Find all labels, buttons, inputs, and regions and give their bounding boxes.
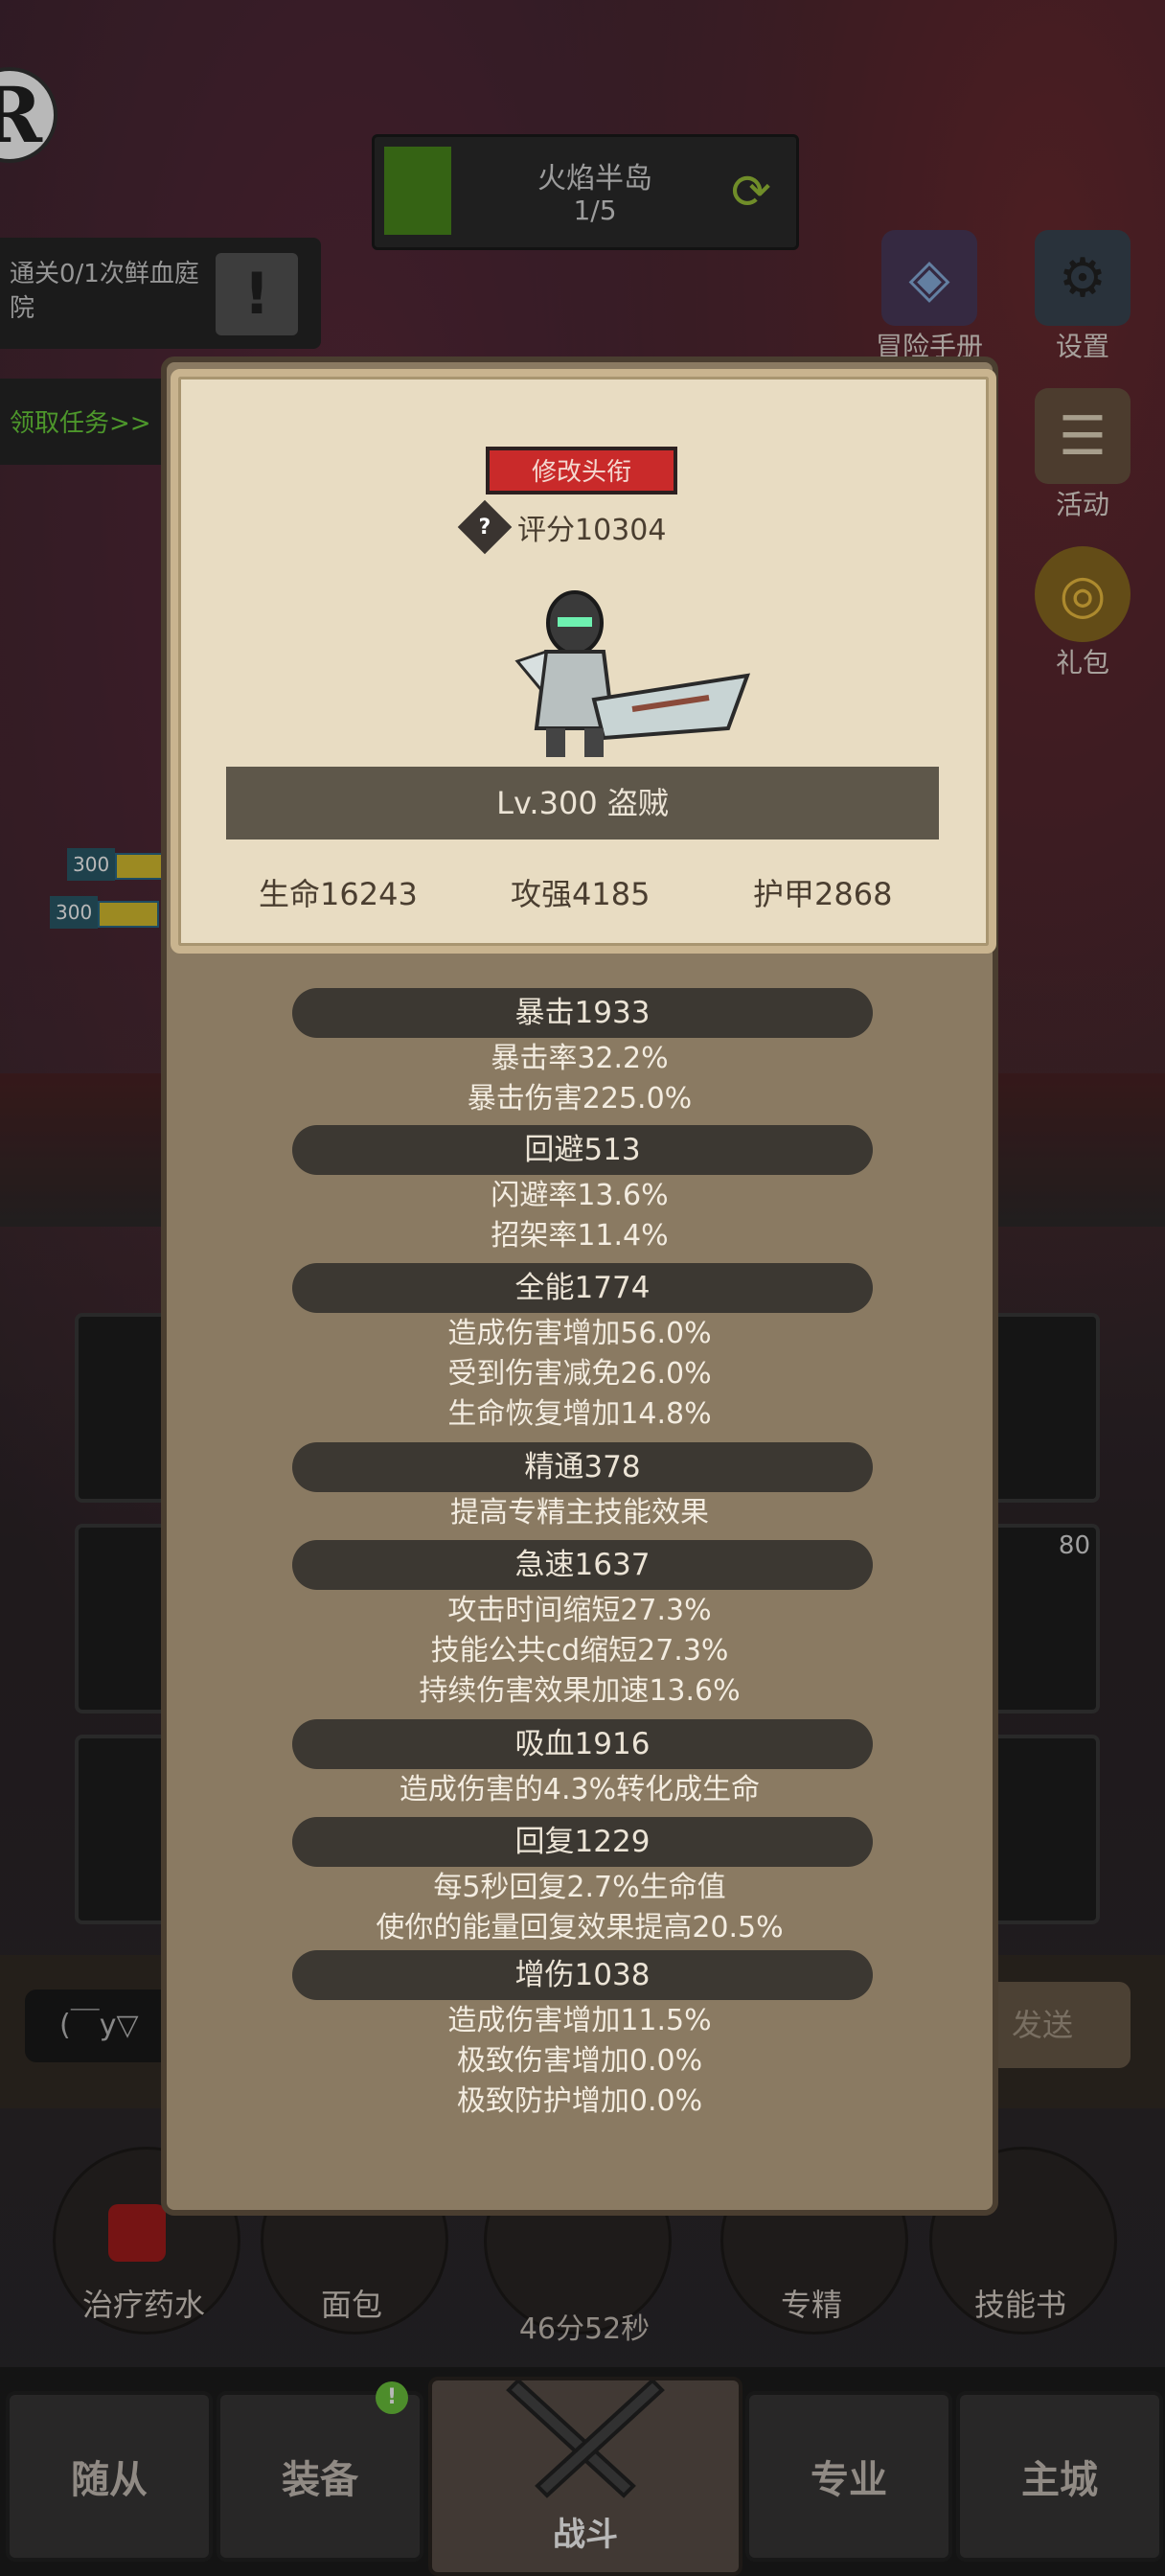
stat-head-crit: 暴击1933 bbox=[292, 988, 873, 1038]
stage-thumbnail bbox=[384, 147, 451, 235]
gift-coin-icon: ◎ bbox=[1035, 546, 1131, 642]
activity-button[interactable]: ☰ 活动 bbox=[1025, 388, 1140, 522]
stat-line: 招架率11.4% bbox=[491, 1219, 669, 1253]
timer: 46分52秒 bbox=[518, 2312, 651, 2346]
gear-icon: ⚙ bbox=[1035, 230, 1131, 326]
stage-title: 火焰半岛 bbox=[537, 162, 652, 196]
activity-label: 活动 bbox=[1055, 489, 1109, 520]
stat-line: 攻击时间缩短27.3% bbox=[447, 1594, 712, 1627]
stat-line: 暴击伤害225.0% bbox=[467, 1082, 693, 1116]
stat-line: 技能公共cd缩短27.3% bbox=[430, 1634, 729, 1668]
slot-count: 80 bbox=[1058, 1531, 1090, 1560]
exclamation-icon: ! bbox=[216, 253, 298, 335]
dock-label: 专精 bbox=[780, 2287, 842, 2323]
quest-tracker[interactable]: 通关0/1次鲜血庭院 ! bbox=[0, 238, 321, 349]
score-value: 评分10304 bbox=[517, 514, 667, 547]
dock-label: 技能书 bbox=[973, 2287, 1066, 2323]
stage-progress: 1/5 bbox=[573, 195, 617, 226]
nav-follower[interactable]: 随从 bbox=[6, 2391, 213, 2562]
stat-line: 受到伤害减免26.0% bbox=[447, 1357, 712, 1391]
notification-badge: ! bbox=[376, 2381, 408, 2414]
ally-hp-fill bbox=[98, 900, 160, 928]
quest-text: 通关0/1次鲜血庭院 bbox=[10, 260, 199, 323]
level-class-banner: Lv.300 盗贼 bbox=[226, 767, 939, 840]
book-icon: ◈ bbox=[881, 230, 977, 326]
stat-head-regen: 回复1229 bbox=[292, 1817, 873, 1867]
logo-letter: R bbox=[0, 70, 42, 160]
hp-stat: 生命16243 bbox=[259, 876, 418, 912]
refresh-icon[interactable]: ⟳ bbox=[723, 164, 779, 219]
scroll-icon: ☰ bbox=[1035, 388, 1131, 484]
stat-line: 生命恢复增加14.8% bbox=[447, 1397, 712, 1431]
stat-head-haste: 急速1637 bbox=[292, 1540, 873, 1590]
ally-hp-bar: 300 bbox=[50, 896, 160, 929]
nav-city[interactable]: 主城 bbox=[956, 2391, 1163, 2562]
potion-icon bbox=[108, 2204, 166, 2262]
question-icon[interactable]: ? bbox=[457, 499, 513, 555]
task-link-box[interactable]: 领取任务>> bbox=[0, 379, 172, 465]
task-link[interactable]: 领取任务>> bbox=[10, 403, 151, 439]
stat-head-versatility: 全能1774 bbox=[292, 1263, 873, 1313]
stat-line: 持续伤害效果加速13.6% bbox=[419, 1674, 741, 1708]
stat-head-mastery: 精通378 bbox=[292, 1442, 873, 1492]
ally-level: 300 bbox=[67, 848, 116, 881]
dock-label: 面包 bbox=[320, 2287, 382, 2323]
attack-stat: 攻强4185 bbox=[511, 876, 651, 912]
nav-battle[interactable]: 战斗 bbox=[428, 2377, 742, 2576]
stage-indicator[interactable]: 火焰半岛 1/5 ⟳ bbox=[372, 134, 799, 250]
crossed-swords-icon bbox=[506, 2380, 665, 2498]
score-row: ? 评分10304 bbox=[457, 499, 667, 555]
nav-equipment[interactable]: 装备 bbox=[217, 2391, 423, 2562]
stat-line: 极致伤害增加0.0% bbox=[456, 2044, 703, 2078]
stat-line: 每5秒回复2.7%生命值 bbox=[433, 1871, 726, 1904]
character-portrait bbox=[514, 590, 751, 757]
armor-stat: 护甲2868 bbox=[753, 876, 893, 912]
stat-head-lifesteal: 吸血1916 bbox=[292, 1719, 873, 1769]
settings-label: 设置 bbox=[1055, 331, 1109, 362]
stat-line: 造成伤害的4.3%转化成生命 bbox=[399, 1773, 761, 1806]
gift-button[interactable]: ◎ 礼包 bbox=[1025, 546, 1140, 680]
adventure-book-button[interactable]: ◈ 冒险手册 bbox=[872, 230, 987, 364]
stat-line: 使你的能量回复效果提高20.5% bbox=[376, 1911, 784, 1944]
stat-line: 造成伤害增加11.5% bbox=[447, 2004, 712, 2037]
stat-line: 提高专精主技能效果 bbox=[450, 1496, 709, 1530]
nav-battle-label: 战斗 bbox=[553, 2516, 618, 2554]
stat-line: 闪避率13.6% bbox=[491, 1179, 669, 1212]
nav-profession[interactable]: 专业 bbox=[745, 2391, 952, 2562]
stat-line: 极致防护增加0.0% bbox=[456, 2084, 703, 2118]
stat-line: 暴击率32.2% bbox=[491, 1042, 669, 1075]
stat-head-damage-bonus: 增伤1038 bbox=[292, 1950, 873, 2000]
stat-line: 造成伤害增加56.0% bbox=[447, 1317, 712, 1350]
gift-label: 礼包 bbox=[1055, 647, 1109, 678]
dock-label: 治疗药水 bbox=[81, 2287, 205, 2323]
rename-title-button[interactable]: 修改头衔 bbox=[486, 447, 677, 494]
ally-level: 300 bbox=[50, 896, 99, 929]
settings-button[interactable]: ⚙ 设置 bbox=[1025, 230, 1140, 364]
stat-head-avoidance: 回避513 bbox=[292, 1125, 873, 1175]
